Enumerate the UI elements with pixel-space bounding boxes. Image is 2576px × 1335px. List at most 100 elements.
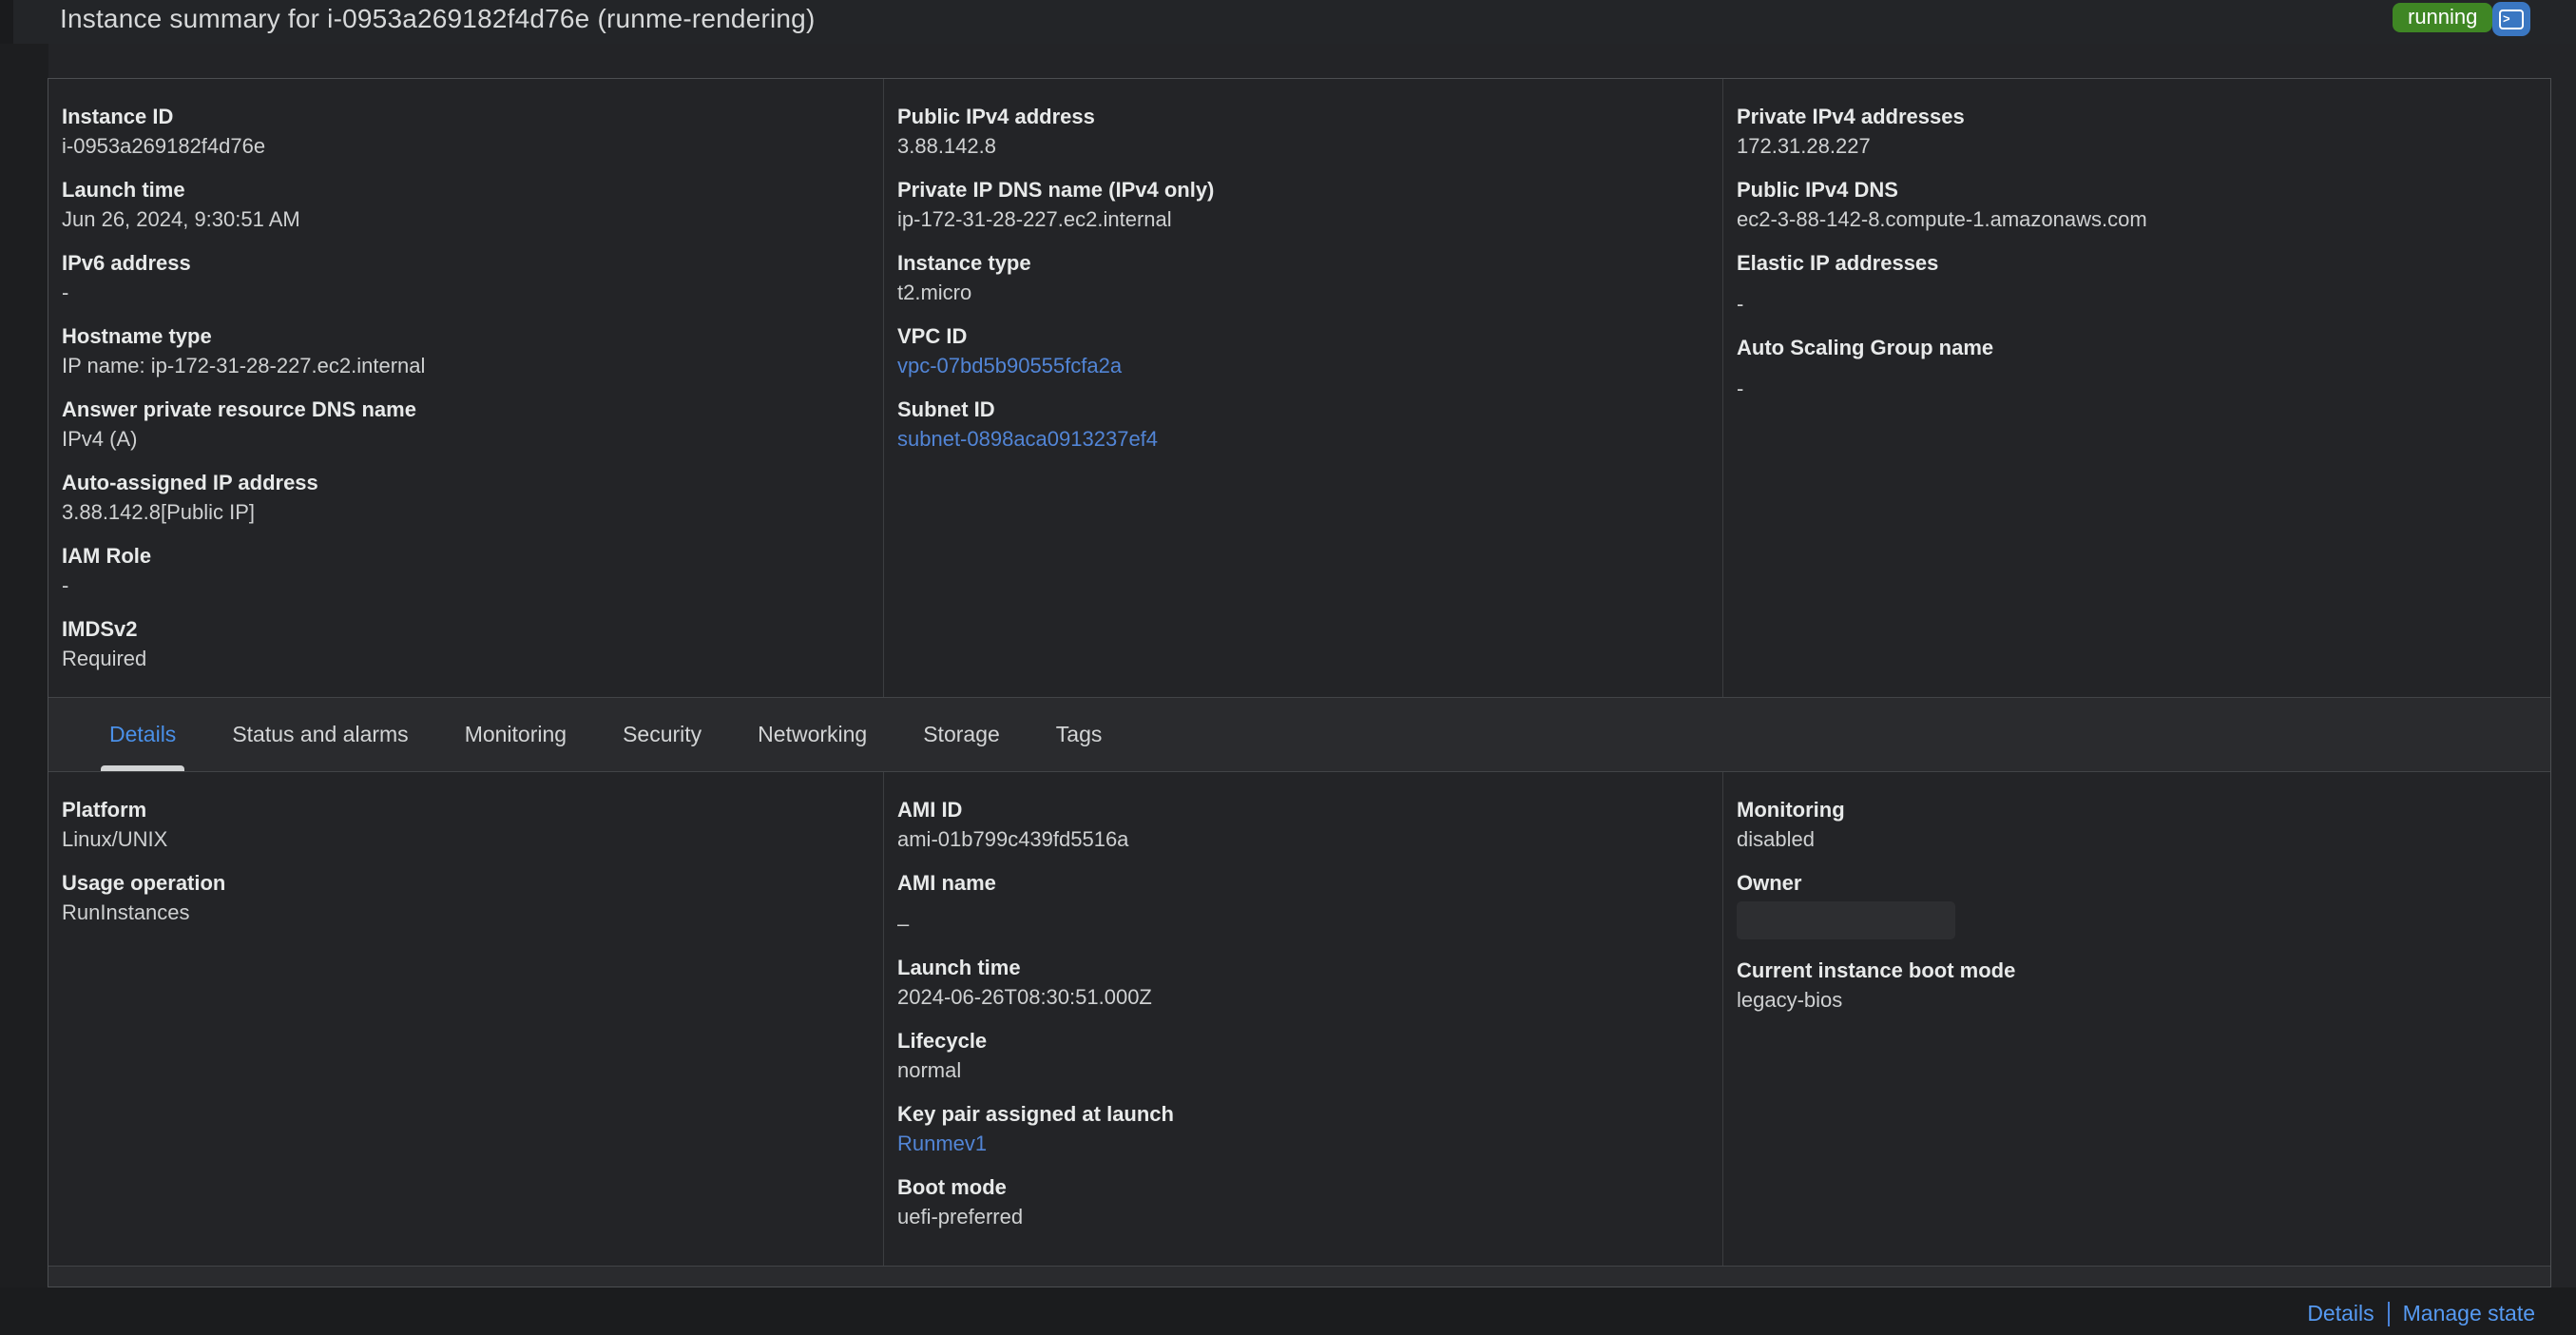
field-value: Jun 26, 2024, 9:30:51 AM: [62, 207, 300, 231]
field-label: Boot mode: [897, 1175, 1007, 1199]
field-label: Auto Scaling Group name: [1737, 336, 1994, 359]
footer-details-link[interactable]: Details: [2307, 1301, 2374, 1326]
field-value: ec2-3-88-142-8.compute-1.amazonaws.com: [1737, 207, 2147, 231]
field-value: 2024-06-26T08:30:51.000Z: [897, 985, 1152, 1009]
left-gutter: [0, 44, 48, 1287]
tab-details[interactable]: Details: [100, 698, 185, 771]
top-left-dark-strip: [0, 0, 13, 44]
field-owner: Owner: [1737, 870, 2537, 939]
field-ami-id: AMI ID ami-01b799c439fd5516a: [897, 797, 1709, 852]
field-iam-role: IAM Role -: [62, 543, 870, 598]
field-label: Elastic IP addresses: [1737, 251, 1939, 275]
tab-networking[interactable]: Networking: [758, 698, 867, 771]
status-badge: running: [2393, 3, 2493, 32]
field-label: Public IPv4 DNS: [1737, 178, 1898, 202]
field-boot-mode: Boot mode uefi-preferred: [897, 1174, 1709, 1229]
field-value: -: [1737, 377, 1744, 400]
footer-link-separator: [2387, 1301, 2390, 1326]
field-label: Owner: [1737, 871, 1802, 895]
tab-storage[interactable]: Storage: [923, 698, 1000, 771]
field-value: -: [62, 281, 69, 304]
tab-security[interactable]: Security: [623, 698, 702, 771]
field-usage-operation: Usage operation RunInstances: [62, 870, 870, 925]
field-public-ipv4: Public IPv4 address 3.88.142.8: [897, 104, 1709, 159]
tab-bar: Details Status and alarms Monitoring Sec…: [48, 698, 2550, 771]
field-key-pair: Key pair assigned at launch Runmev1: [897, 1101, 1709, 1156]
field-label: Lifecycle: [897, 1029, 988, 1053]
key-pair-link[interactable]: Runmev1: [897, 1131, 1709, 1156]
field-imdsv2: IMDSv2 Required: [62, 616, 870, 671]
field-value: 3.88.142.8[Public IP]: [62, 500, 256, 524]
tab-monitoring[interactable]: Monitoring: [465, 698, 567, 771]
field-value: -: [1737, 292, 1744, 316]
field-asg-name: Auto Scaling Group name -: [1737, 335, 2537, 401]
field-value: i-0953a269182f4d76e: [62, 134, 266, 158]
field-value: Linux/UNIX: [62, 827, 168, 851]
field-label: IAM Role: [62, 544, 152, 568]
summary-column-3: Private IPv4 addresses 172.31.28.227 Pub…: [1722, 79, 2550, 697]
bottom-dark-strip: [0, 1287, 2576, 1335]
field-current-boot-mode: Current instance boot mode legacy-bios: [1737, 958, 2537, 1013]
field-label: IMDSv2: [62, 617, 138, 641]
tab-status-and-alarms[interactable]: Status and alarms: [232, 698, 408, 771]
field-label: AMI name: [897, 871, 996, 895]
field-label: IPv6 address: [62, 251, 191, 275]
field-label: Hostname type: [62, 324, 212, 348]
field-value: normal: [897, 1058, 962, 1082]
field-lifecycle: Lifecycle normal: [897, 1028, 1709, 1083]
summary-column-2: Public IPv4 address 3.88.142.8 Private I…: [883, 79, 1722, 697]
field-value: 172.31.28.227: [1737, 134, 1871, 158]
field-answer-private-dns: Answer private resource DNS name IPv4 (A…: [62, 397, 870, 452]
field-value: -: [62, 573, 69, 597]
field-ami-name: AMI name –: [897, 870, 1709, 937]
details-column-2: AMI ID ami-01b799c439fd5516a AMI name – …: [883, 772, 1722, 1266]
field-hostname-type: Hostname type IP name: ip-172-31-28-227.…: [62, 323, 870, 378]
field-vpc-id: VPC ID vpc-07bd5b90555fcfa2a: [897, 323, 1709, 378]
field-label: Launch time: [62, 178, 185, 202]
field-value: –: [897, 912, 910, 936]
footer-manage-state-link[interactable]: Manage state: [2403, 1301, 2535, 1326]
field-elastic-ip-addresses: Elastic IP addresses -: [1737, 250, 2537, 317]
details-column-3: Monitoring disabled Owner Current instan…: [1722, 772, 2550, 1266]
page-header: Instance summary for i-0953a269182f4d76e…: [13, 0, 2576, 44]
footer-links: Details Manage state: [2307, 1301, 2535, 1326]
field-label: Instance type: [897, 251, 1031, 275]
field-label: Instance ID: [62, 105, 174, 128]
tab-tags[interactable]: Tags: [1056, 698, 1103, 771]
field-value: RunInstances: [62, 900, 190, 924]
field-label: Subnet ID: [897, 397, 995, 421]
field-private-ip-dns: Private IP DNS name (IPv4 only) ip-172-3…: [897, 177, 1709, 232]
details-column-1: Platform Linux/UNIX Usage operation RunI…: [48, 772, 883, 1266]
field-value: Required: [62, 647, 147, 670]
field-details-launch-time: Launch time 2024-06-26T08:30:51.000Z: [897, 955, 1709, 1010]
field-value: IPv4 (A): [62, 427, 138, 451]
field-label: Private IPv4 addresses: [1737, 105, 1965, 128]
vpc-id-link[interactable]: vpc-07bd5b90555fcfa2a: [897, 353, 1709, 378]
field-label: Private IP DNS name (IPv4 only): [897, 178, 1215, 202]
field-label: Answer private resource DNS name: [62, 397, 416, 421]
field-label: Launch time: [897, 956, 1021, 979]
field-instance-type: Instance type t2.micro: [897, 250, 1709, 305]
owner-redacted-value: [1737, 901, 1955, 939]
field-auto-assigned-ip: Auto-assigned IP address 3.88.142.8[Publ…: [62, 470, 870, 525]
field-value: IP name: ip-172-31-28-227.ec2.internal: [62, 354, 426, 377]
connect-terminal-button[interactable]: > _: [2492, 2, 2530, 36]
instance-summary-widget: Instance ID i-0953a269182f4d76e Launch t…: [48, 78, 2551, 1287]
field-value: disabled: [1737, 827, 1815, 851]
instance-summary-panel: Instance ID i-0953a269182f4d76e Launch t…: [48, 79, 2550, 698]
field-value: ami-01b799c439fd5516a: [897, 827, 1129, 851]
subnet-id-link[interactable]: subnet-0898aca0913237ef4: [897, 426, 1709, 452]
field-value: 3.88.142.8: [897, 134, 996, 158]
field-value: t2.micro: [897, 281, 972, 304]
field-value: uefi-preferred: [897, 1205, 1024, 1229]
field-value: ip-172-31-28-227.ec2.internal: [897, 207, 1172, 231]
field-private-ipv4-addresses: Private IPv4 addresses 172.31.28.227: [1737, 104, 2537, 159]
field-ipv6-address: IPv6 address -: [62, 250, 870, 305]
field-monitoring: Monitoring disabled: [1737, 797, 2537, 852]
field-instance-id: Instance ID i-0953a269182f4d76e: [62, 104, 870, 159]
field-public-ipv4-dns: Public IPv4 DNS ec2-3-88-142-8.compute-1…: [1737, 177, 2537, 232]
field-label: Platform: [62, 798, 147, 822]
field-launch-time: Launch time Jun 26, 2024, 9:30:51 AM: [62, 177, 870, 232]
field-label: AMI ID: [897, 798, 963, 822]
field-label: Current instance boot mode: [1737, 958, 2016, 982]
